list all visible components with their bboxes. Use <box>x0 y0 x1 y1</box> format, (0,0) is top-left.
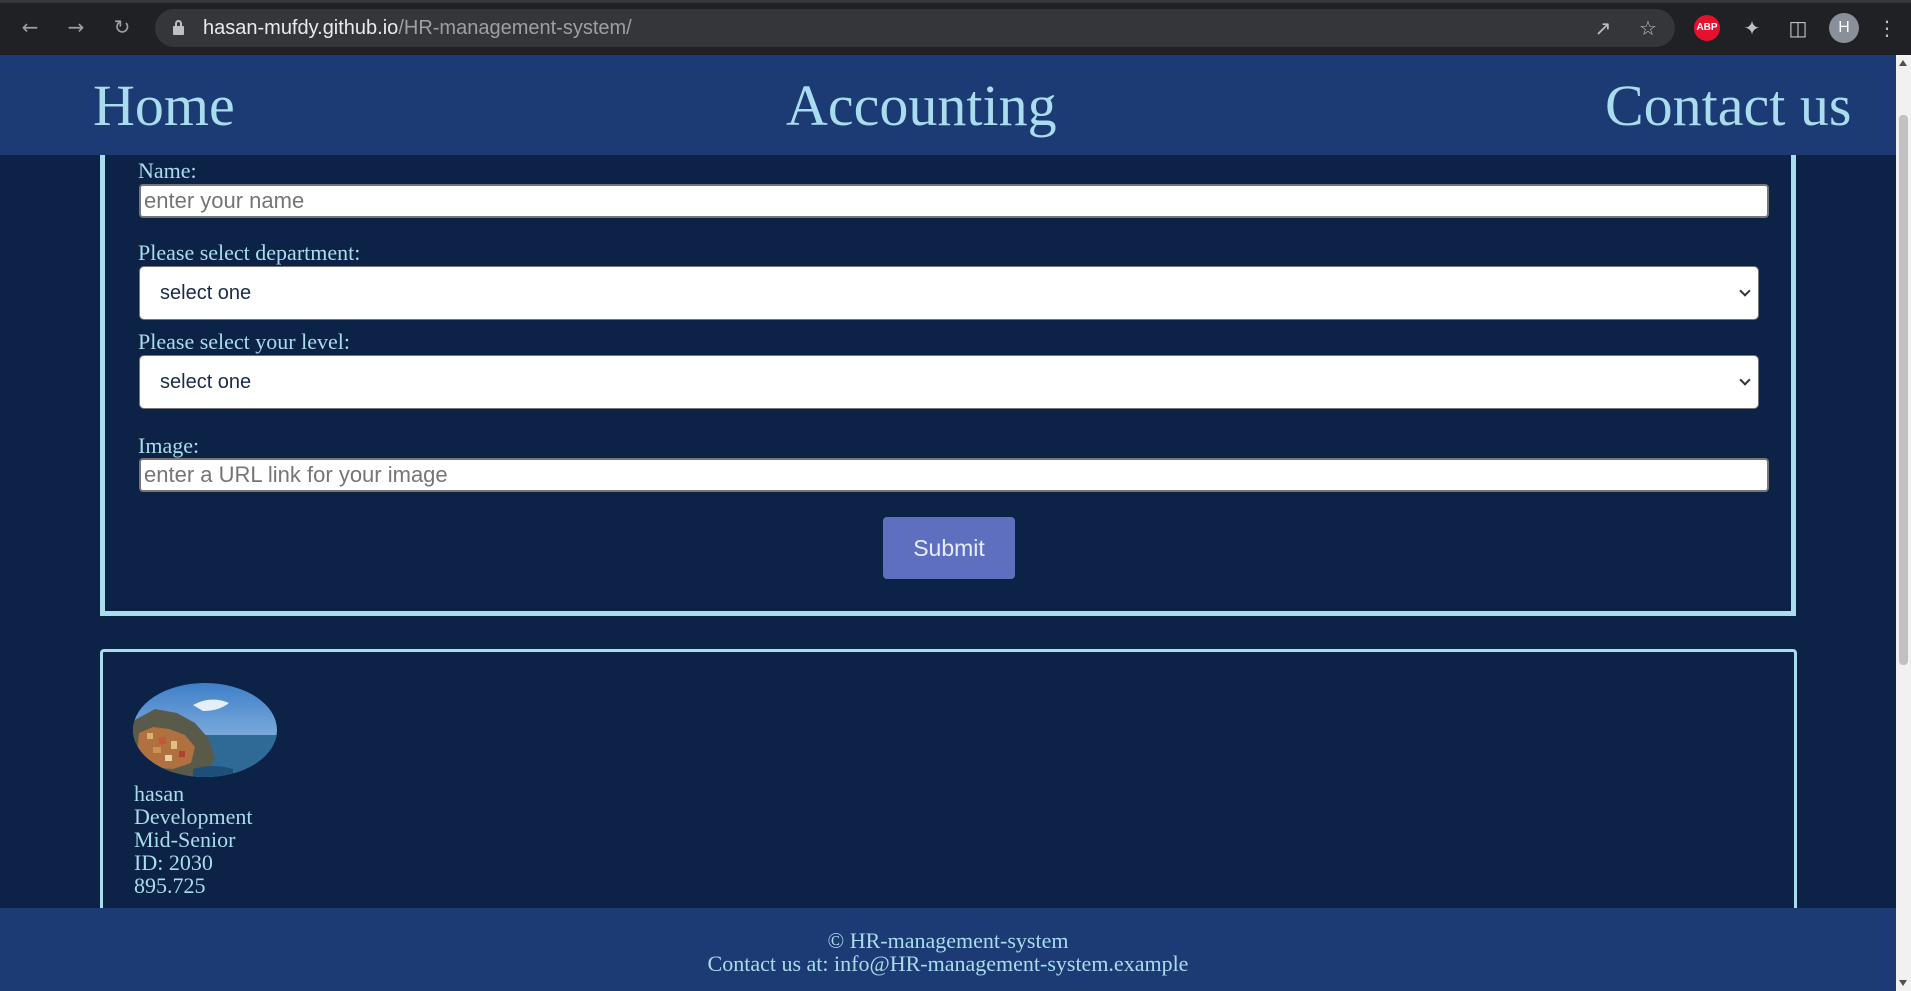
employee-photo <box>133 683 277 777</box>
lock-icon[interactable] <box>173 20 184 35</box>
scrollbar-thumb[interactable] <box>1899 115 1908 665</box>
browser-menu-icon[interactable]: ⋮ <box>1873 14 1901 42</box>
browser-toolbar: ← → ↻ hasan-mufdy.github.io/HR-managemen… <box>0 0 1911 55</box>
department-label: Please select department: <box>138 240 361 265</box>
site-footer: © HR-management-system Contact us at: in… <box>0 908 1896 991</box>
chevron-down-icon <box>1739 374 1751 386</box>
nav-contact-link[interactable]: Contact us <box>1605 72 1851 139</box>
share-icon[interactable]: ↗ <box>1590 15 1616 41</box>
extensions-puzzle-icon[interactable]: ✦ <box>1738 14 1766 42</box>
level-label: Please select your level: <box>138 329 350 354</box>
name-input[interactable]: enter your name <box>139 184 1769 218</box>
bookmark-star-icon[interactable]: ☆ <box>1635 15 1661 41</box>
level-selected-value: select one <box>160 371 252 393</box>
back-icon[interactable]: ← <box>15 12 45 42</box>
scroll-down-arrow-icon[interactable] <box>1899 980 1907 986</box>
image-url-input[interactable]: enter a URL link for your image <box>139 458 1769 492</box>
nav-home-link[interactable]: Home <box>93 72 235 139</box>
level-select[interactable]: select one <box>139 355 1759 409</box>
name-label: Name: <box>138 158 197 183</box>
employee-salary: 895.725 <box>134 873 206 898</box>
department-select[interactable]: select one <box>139 266 1759 320</box>
submit-button[interactable]: Submit <box>883 517 1015 579</box>
url-text[interactable]: hasan-mufdy.github.io/HR-management-syst… <box>203 17 632 40</box>
chevron-down-icon <box>1739 285 1751 297</box>
url-path: /HR-management-system/ <box>398 17 632 39</box>
adblock-extension-icon[interactable]: ABP <box>1694 15 1720 41</box>
page-scrollbar[interactable] <box>1896 55 1911 991</box>
side-panel-icon[interactable]: ◫ <box>1784 14 1812 42</box>
forward-icon[interactable]: → <box>61 12 91 42</box>
reload-icon[interactable]: ↻ <box>107 12 137 42</box>
scroll-up-arrow-icon[interactable] <box>1899 60 1907 66</box>
address-bar[interactable]: hasan-mufdy.github.io/HR-management-syst… <box>155 9 1675 47</box>
url-host: hasan-mufdy.github.io <box>203 17 399 39</box>
profile-avatar[interactable]: H <box>1829 13 1859 43</box>
site-navbar: Home Accounting Contact us <box>0 55 1896 155</box>
footer-contact: Contact us at: info@HR-management-system… <box>707 951 1189 976</box>
image-label: Image: <box>138 433 200 458</box>
tab-strip-edge <box>0 0 1911 3</box>
department-selected-value: select one <box>160 282 252 304</box>
nav-accounting-link[interactable]: Accounting <box>786 72 1057 139</box>
